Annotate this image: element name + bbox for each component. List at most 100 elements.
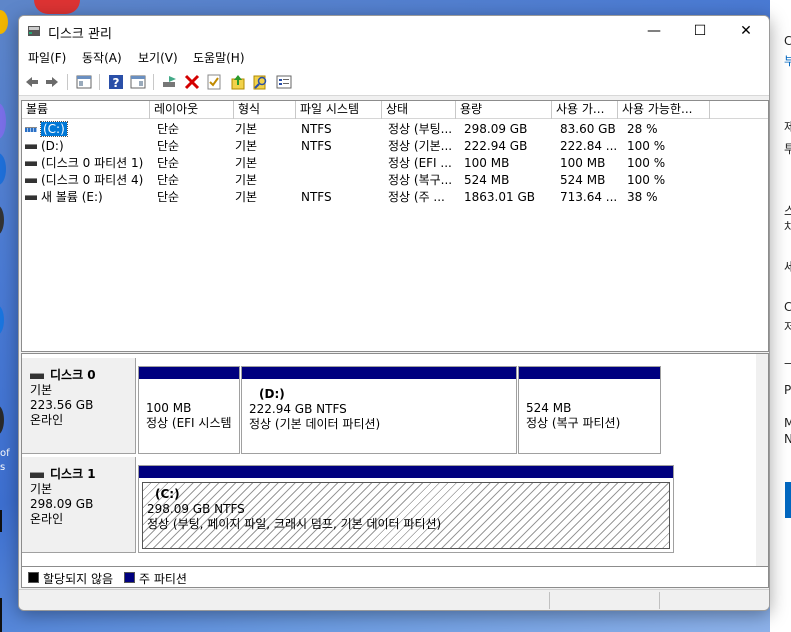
search-icon[interactable] bbox=[251, 73, 269, 91]
yellow-app-icon bbox=[0, 10, 8, 34]
partition-size: 222.94 GB NTFS bbox=[249, 402, 347, 416]
partition-status: 정상 (EFI 시스템 bbox=[146, 416, 232, 430]
column-header-capacity[interactable]: 용량 bbox=[456, 101, 552, 119]
background-text-fragment: — bbox=[784, 356, 791, 370]
menu-file[interactable]: 파일(F) bbox=[28, 49, 66, 66]
black-app-icon bbox=[0, 510, 2, 532]
partition-name: (D:) bbox=[259, 387, 285, 401]
disk-row[interactable]: 디스크 0 기본 223.56 GB 온라인 100 MB 정상 (EFI 시스… bbox=[22, 358, 756, 455]
connect-drive-icon[interactable] bbox=[161, 73, 179, 91]
blue-app-icon-2 bbox=[0, 305, 4, 335]
partition-status: 정상 (기본 데이터 파티션) bbox=[249, 417, 381, 431]
properties-pane-icon[interactable] bbox=[129, 73, 147, 91]
cell-capacity: 222.94 GB bbox=[464, 139, 528, 153]
legend-unallocated-label: 할당되지 않음 bbox=[43, 572, 114, 586]
background-text-fragment: 투 bbox=[784, 142, 791, 156]
menu-view[interactable]: 보기(V) bbox=[138, 49, 178, 66]
cell-status: 정상 (복구... bbox=[388, 173, 453, 187]
cell-file-system: NTFS bbox=[301, 190, 332, 204]
close-button[interactable]: ✕ bbox=[723, 16, 769, 46]
column-header-volume[interactable]: 볼륨 bbox=[22, 101, 150, 119]
show-hide-console-tree-icon[interactable] bbox=[75, 73, 93, 91]
volume-icon bbox=[25, 144, 37, 149]
toolbar: ? bbox=[19, 68, 769, 96]
volume-list[interactable]: 볼륨 레이아웃 형식 파일 시스템 상태 용량 사용 가... 사용 가능한..… bbox=[21, 100, 769, 352]
help-icon[interactable]: ? bbox=[107, 73, 125, 91]
background-text-fragment: 세 bbox=[784, 260, 791, 274]
table-row[interactable]: (디스크 0 파티션 1) 단순 기본 정상 (EFI ... 100 MB 1… bbox=[22, 155, 768, 172]
graphical-disk-view[interactable]: 디스크 0 기본 223.56 GB 온라인 100 MB 정상 (EFI 시스… bbox=[21, 353, 769, 567]
cell-status: 정상 (기본... bbox=[388, 139, 453, 153]
cell-percent-free: 100 % bbox=[627, 156, 666, 170]
cell-file-system bbox=[298, 172, 382, 189]
column-header-layout[interactable]: 레이아웃 bbox=[150, 101, 234, 119]
partition-c[interactable]: (C:) 298.09 GB NTFS 정상 (부팅, 페이지 파일, 크래시 … bbox=[138, 465, 674, 553]
table-row[interactable]: 새 볼륨 (E:) 단순 기본 NTFS 정상 (주 ... 1863.01 G… bbox=[22, 189, 768, 206]
disk-icon bbox=[30, 372, 44, 379]
disk-state: 온라인 bbox=[30, 512, 64, 526]
background-text-fragment: P bbox=[784, 383, 791, 397]
disk-row[interactable]: 디스크 1 기본 298.09 GB 온라인 (C:) 298.09 GB NT… bbox=[22, 457, 756, 554]
volume-icon bbox=[25, 178, 37, 183]
legend-primary-label: 주 파티션 bbox=[139, 572, 187, 586]
status-bar bbox=[19, 589, 769, 610]
menu-help[interactable]: 도움말(H) bbox=[193, 49, 245, 66]
cell-capacity: 100 MB bbox=[464, 156, 510, 170]
dark-app-icon-2 bbox=[0, 405, 4, 435]
volume-name: (디스크 0 파티션 1) bbox=[41, 156, 144, 170]
table-row[interactable]: (디스크 0 파티션 4) 단순 기본 정상 (복구... 524 MB 524… bbox=[22, 172, 768, 189]
title-bar[interactable]: 디스크 관리 — ☐ ✕ bbox=[19, 16, 769, 46]
legend-bar: 할당되지 않음 주 파티션 bbox=[21, 567, 769, 588]
volume-name: (디스크 0 파티션 4) bbox=[41, 173, 144, 187]
partition-status: 정상 (복구 파티션) bbox=[526, 416, 621, 430]
background-text-fragment: C bbox=[784, 300, 791, 314]
dark-app-icon bbox=[0, 205, 4, 235]
window-title: 디스크 관리 bbox=[48, 27, 112, 42]
background-text-fragment: 차 bbox=[784, 220, 791, 234]
disk-0-label[interactable]: 디스크 0 기본 223.56 GB 온라인 bbox=[22, 358, 136, 454]
cell-type: 기본 bbox=[235, 173, 258, 187]
cell-file-system bbox=[298, 155, 382, 172]
desktop-label-fragment: of bbox=[0, 448, 10, 459]
table-row[interactable]: (C:) 단순 기본 NTFS 정상 (부팅... 298.09 GB 83.6… bbox=[22, 121, 768, 138]
cell-layout: 단순 bbox=[157, 156, 180, 170]
partition-recovery[interactable]: 524 MB 정상 (복구 파티션) bbox=[518, 366, 661, 454]
disk-icon bbox=[30, 471, 44, 478]
column-header-status[interactable]: 상태 bbox=[382, 101, 456, 119]
cell-capacity: 524 MB bbox=[464, 173, 510, 187]
vertical-scrollbar[interactable] bbox=[756, 354, 768, 566]
partition-efi[interactable]: 100 MB 정상 (EFI 시스템 bbox=[138, 366, 240, 454]
cell-free-space: 524 MB bbox=[560, 173, 606, 187]
column-header-type[interactable]: 형식 bbox=[234, 101, 296, 119]
blue-app-icon bbox=[0, 153, 6, 185]
partition-size: 298.09 GB NTFS bbox=[147, 502, 245, 516]
background-text-fragment: N bbox=[784, 432, 791, 446]
disk-state: 온라인 bbox=[30, 413, 64, 427]
cell-file-system: NTFS bbox=[301, 122, 332, 136]
cell-type: 기본 bbox=[235, 139, 258, 153]
maximize-button[interactable]: ☐ bbox=[677, 16, 723, 46]
delete-icon[interactable] bbox=[183, 73, 201, 91]
background-window-panel: C 부 제 투 스 차 세 C 저 — P M N bbox=[770, 0, 791, 632]
disk-1-label[interactable]: 디스크 1 기본 298.09 GB 온라인 bbox=[22, 457, 136, 553]
column-header-file-system[interactable]: 파일 시스템 bbox=[296, 101, 382, 119]
properties-icon[interactable] bbox=[275, 73, 293, 91]
disk-management-app-icon bbox=[28, 26, 40, 36]
forward-arrow-icon[interactable] bbox=[43, 73, 61, 91]
column-header-percent-free[interactable]: 사용 가능한... bbox=[618, 101, 710, 119]
checkmark-icon[interactable] bbox=[205, 73, 223, 91]
menu-action[interactable]: 동작(A) bbox=[82, 49, 122, 66]
partition-status: 정상 (부팅, 페이지 파일, 크래시 덤프, 기본 데이터 파티션) bbox=[147, 517, 442, 531]
cell-type: 기본 bbox=[235, 190, 258, 204]
cell-layout: 단순 bbox=[157, 190, 180, 204]
export-icon[interactable] bbox=[229, 73, 247, 91]
column-header-free-space[interactable]: 사용 가... bbox=[552, 101, 618, 119]
legend-primary-swatch bbox=[124, 572, 135, 583]
table-row[interactable]: (D:) 단순 기본 NTFS 정상 (기본... 222.94 GB 222.… bbox=[22, 138, 768, 155]
cell-status: 정상 (EFI ... bbox=[388, 156, 452, 170]
volume-name: 새 볼륨 (E:) bbox=[41, 190, 103, 204]
minimize-button[interactable]: — bbox=[631, 16, 677, 46]
back-arrow-icon[interactable] bbox=[23, 73, 41, 91]
primary-partition-bar bbox=[519, 367, 660, 379]
partition-d[interactable]: (D:) 222.94 GB NTFS 정상 (기본 데이터 파티션) bbox=[241, 366, 517, 454]
